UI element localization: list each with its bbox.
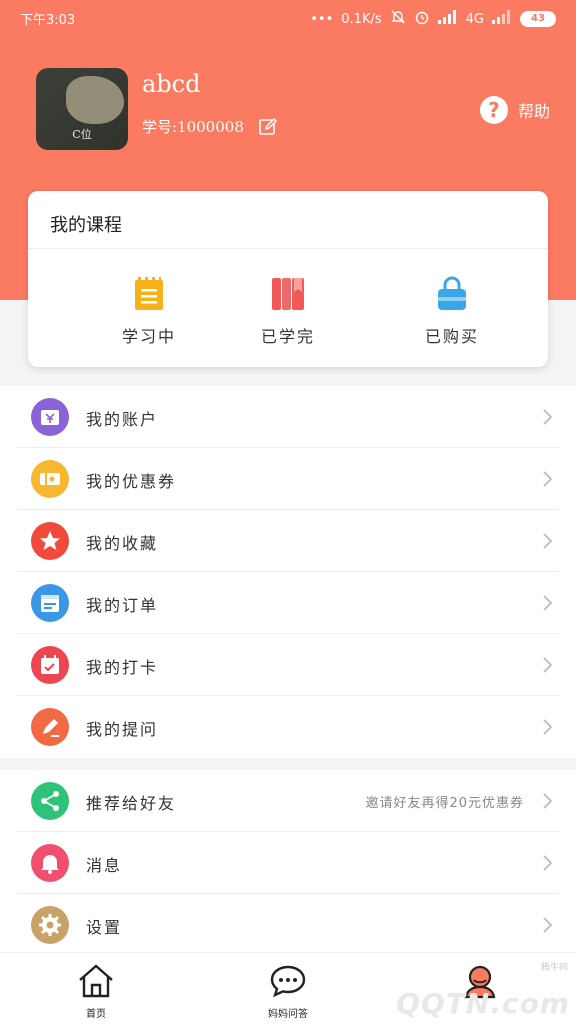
book-icon — [269, 275, 307, 313]
menu-label: 我的优惠券 — [86, 472, 177, 491]
coupon-icon — [31, 460, 69, 498]
chevron-right-icon — [540, 916, 554, 934]
profile-section: C位 abcd 学号:1000008 — [36, 68, 540, 152]
star-icon — [31, 522, 69, 560]
menu-item-recommend[interactable]: 推荐给好友 邀请好友再得20元优惠券 — [0, 770, 576, 832]
menu-item-messages[interactable]: 消息 — [0, 832, 576, 894]
chevron-right-icon — [540, 408, 554, 426]
student-id-row: 学号:1000008 — [142, 116, 278, 137]
alarm-icon — [414, 9, 430, 29]
status-bar: 下午3:03 ••• 0.1K/s 4G 43 — [0, 0, 576, 36]
menu-item-orders[interactable]: 我的订单 — [0, 572, 576, 634]
chevron-right-icon — [540, 470, 554, 488]
question-icon: ? — [479, 96, 508, 124]
courses-title: 我的课程 — [50, 215, 122, 236]
menu-item-favorites[interactable]: 我的收藏 — [0, 510, 576, 572]
chevron-right-icon — [540, 854, 554, 872]
mute-icon — [390, 9, 406, 29]
menu-item-settings[interactable]: 设置 — [0, 894, 576, 956]
menu-group-account: 我的账户 我的优惠券 我的收藏 我的订单 我的打卡 我的提问 — [0, 386, 576, 758]
chat-icon — [268, 963, 308, 999]
pencil-icon — [31, 708, 69, 746]
menu-label: 我的账户 — [86, 410, 159, 429]
chevron-right-icon — [540, 656, 554, 674]
username: abcd — [142, 70, 201, 98]
course-studying[interactable]: 学习中 — [74, 275, 224, 347]
menu-group-other: 推荐给好友 邀请好友再得20元优惠券 消息 设置 — [0, 770, 576, 952]
status-time: 下午3:03 — [20, 13, 76, 28]
course-completed-label: 已学完 — [260, 327, 315, 346]
watermark: QQTN.com — [396, 987, 570, 1020]
menu-item-coupons[interactable]: 我的优惠券 — [0, 448, 576, 510]
help-button[interactable]: ? 帮助 — [479, 96, 550, 124]
course-purchased-label: 已购买 — [424, 327, 479, 346]
tab-qa-label: 妈妈问答 — [268, 1009, 308, 1020]
signal-icon-2 — [492, 10, 512, 28]
menu-item-account[interactable]: 我的账户 — [0, 386, 576, 448]
invite-note: 邀请好友再得20元优惠券 — [365, 796, 524, 811]
avatar-image — [66, 76, 124, 124]
menu-label: 我的收藏 — [86, 534, 159, 553]
chevron-right-icon — [540, 594, 554, 612]
menu-label: 消息 — [86, 856, 123, 875]
tab-home[interactable]: 首页 — [46, 963, 146, 1020]
menu-label: 推荐给好友 — [86, 794, 177, 813]
divider — [28, 248, 548, 249]
avatar[interactable]: C位 — [36, 68, 128, 150]
clipboard-icon — [130, 275, 168, 313]
student-id: 学号:1000008 — [142, 118, 244, 136]
menu-label: 我的订单 — [86, 596, 159, 615]
chevron-right-icon — [540, 718, 554, 736]
menu-label: 我的打卡 — [86, 658, 159, 677]
bottom-tab-bar: 首页 妈妈问答 QQTN.com — [0, 952, 576, 1024]
tab-qa[interactable]: 妈妈问答 — [238, 963, 338, 1020]
signal-icon — [437, 10, 458, 28]
chevron-right-icon — [540, 792, 554, 810]
chevron-right-icon — [540, 532, 554, 550]
shopping-bag-icon — [433, 275, 471, 313]
menu-item-questions[interactable]: 我的提问 — [0, 696, 576, 758]
watermark-small: 腾牛网 — [540, 963, 568, 973]
gear-icon — [31, 906, 69, 944]
my-courses-card: 我的课程 学习中 已学完 已购买 — [28, 191, 548, 367]
course-completed[interactable]: 已学完 — [213, 275, 363, 347]
more-dots-icon: ••• — [310, 11, 334, 27]
edit-icon[interactable] — [258, 117, 278, 137]
course-purchased[interactable]: 已购买 — [377, 275, 527, 347]
avatar-caption: C位 — [72, 128, 92, 141]
order-icon — [31, 584, 69, 622]
status-icons: ••• 0.1K/s 4G 43 — [310, 9, 556, 29]
battery-icon: 43 — [520, 11, 556, 27]
bell-icon — [31, 844, 69, 882]
wallet-icon — [31, 398, 69, 436]
share-icon — [31, 782, 69, 820]
tab-home-label: 首页 — [86, 1009, 106, 1020]
menu-label: 设置 — [86, 918, 123, 937]
calendar-icon — [31, 646, 69, 684]
help-label: 帮助 — [517, 102, 550, 121]
home-icon — [76, 963, 116, 999]
course-studying-label: 学习中 — [121, 327, 176, 346]
network-type: 4G — [465, 11, 484, 27]
menu-item-checkin[interactable]: 我的打卡 — [0, 634, 576, 696]
network-speed: 0.1K/s — [341, 11, 382, 27]
menu-label: 我的提问 — [86, 720, 159, 739]
